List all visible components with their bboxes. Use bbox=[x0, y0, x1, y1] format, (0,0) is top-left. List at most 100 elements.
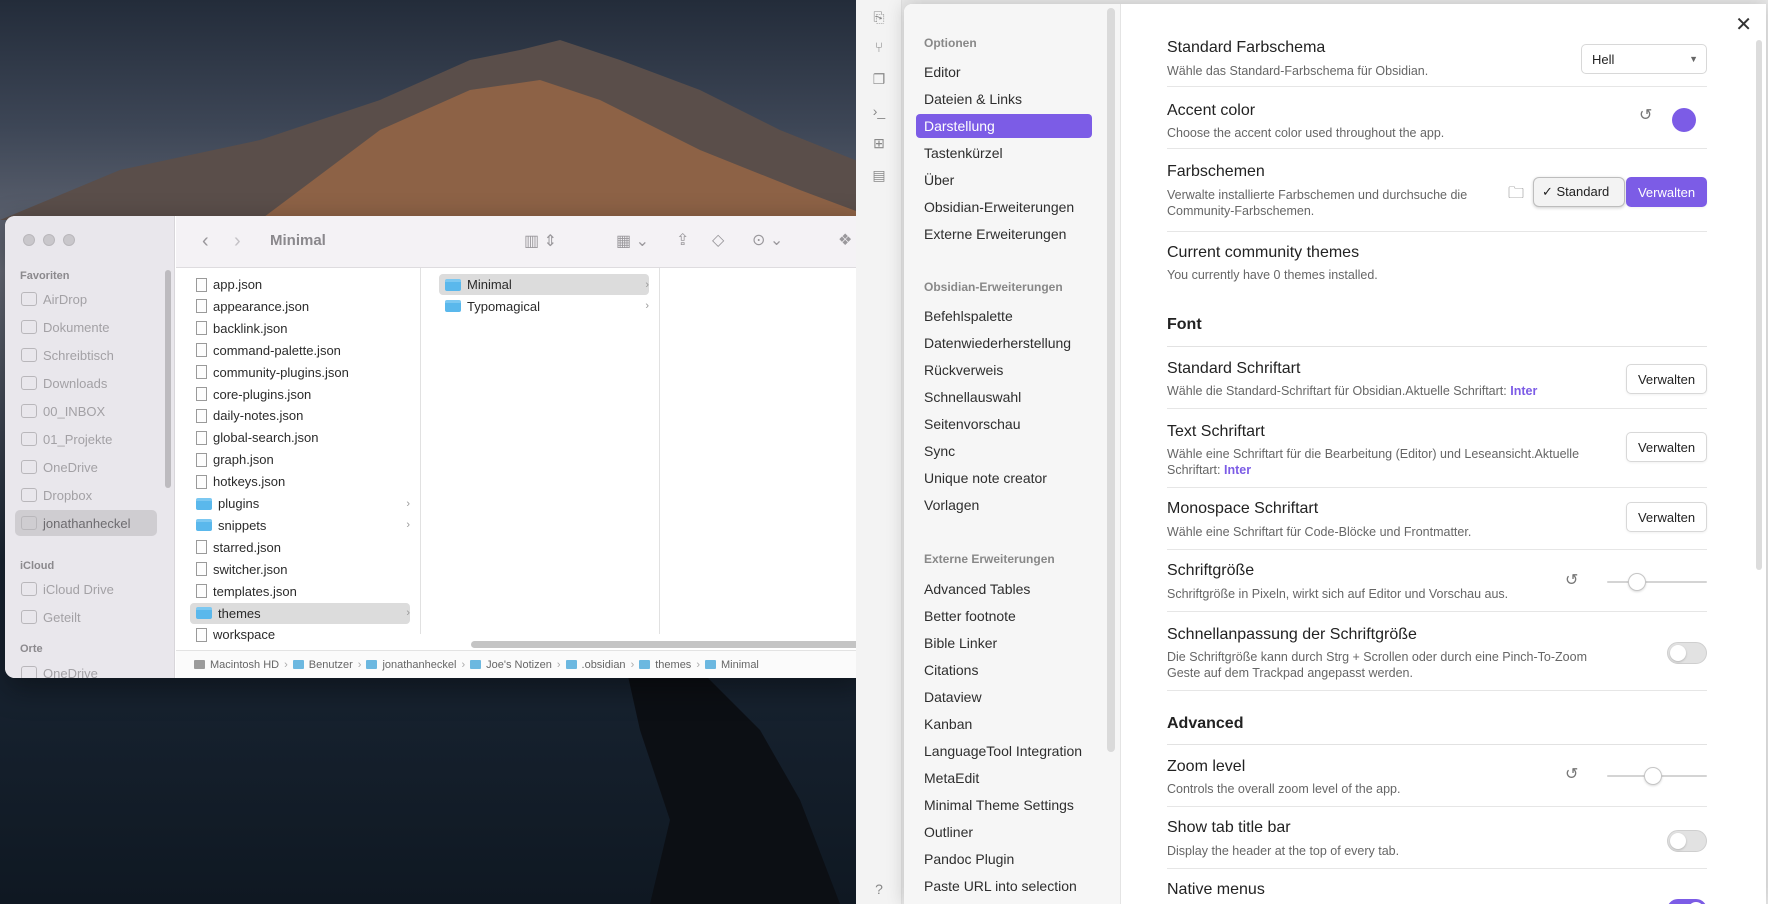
path-segment[interactable]: jonathanheckel bbox=[382, 659, 456, 671]
sidebar-item-downloads[interactable]: Downloads bbox=[15, 370, 157, 396]
nav-item-languagetool-integration[interactable]: LanguageTool Integration bbox=[916, 739, 1092, 763]
manage-standard-font-button[interactable]: Verwalten bbox=[1626, 364, 1707, 394]
nav-item-paste-url-into-selection[interactable]: Paste URL into selection bbox=[916, 874, 1092, 898]
file-row[interactable]: daily-notes.json bbox=[190, 405, 410, 426]
group-icon[interactable]: ▦ ⌄ bbox=[616, 231, 649, 251]
folder-row[interactable]: plugins › bbox=[190, 493, 410, 514]
close-icon[interactable]: ✕ bbox=[1735, 12, 1752, 37]
sidebar-item-onedrive[interactable]: OneDrive bbox=[15, 454, 157, 480]
nav-item-bible-linker[interactable]: Bible Linker bbox=[916, 631, 1092, 655]
file-row[interactable]: switcher.json bbox=[190, 559, 410, 580]
file-row[interactable]: templates.json bbox=[190, 581, 410, 602]
accent-color-swatch[interactable] bbox=[1672, 108, 1696, 132]
terminal-icon[interactable]: ›_ bbox=[870, 102, 888, 120]
nav-item-ber[interactable]: Über bbox=[916, 168, 1092, 192]
nav-item-obsidian-erweiterungen[interactable]: Obsidian-Erweiterungen bbox=[916, 195, 1092, 219]
folder-row[interactable]: Minimal › bbox=[439, 274, 649, 295]
nav-item-datenwiederherstellung[interactable]: Datenwiederherstellung bbox=[916, 331, 1092, 355]
forward-icon[interactable]: › bbox=[234, 230, 241, 253]
path-segment[interactable]: themes bbox=[655, 659, 691, 671]
content-scrollbar[interactable] bbox=[1756, 40, 1762, 570]
nav-item-befehlspalette[interactable]: Befehlspalette bbox=[916, 304, 1092, 328]
file-row[interactable]: command-palette.json bbox=[190, 340, 410, 361]
table-icon[interactable]: ▤ bbox=[870, 166, 888, 184]
manage-monospace-font-button[interactable]: Verwalten bbox=[1626, 502, 1707, 532]
back-icon[interactable]: ‹ bbox=[202, 230, 209, 253]
dropbox-icon[interactable]: ❖ bbox=[838, 230, 852, 250]
sidebar-item-00-inbox[interactable]: 00_INBOX bbox=[15, 398, 157, 424]
sidebar-item-onedrive[interactable]: OneDrive bbox=[15, 660, 157, 678]
sidebar-item-airdrop[interactable]: AirDrop bbox=[15, 286, 157, 312]
file-row[interactable]: graph.json bbox=[190, 449, 410, 470]
file-row[interactable]: core-plugins.json bbox=[190, 384, 410, 405]
slider-thumb[interactable] bbox=[1643, 767, 1662, 785]
minimize-window-button[interactable] bbox=[43, 234, 55, 246]
sidebar-item-schreibtisch[interactable]: Schreibtisch bbox=[15, 342, 157, 368]
horizontal-scrollbar[interactable] bbox=[471, 641, 865, 648]
file-row[interactable]: workspace bbox=[190, 624, 410, 645]
close-window-button[interactable] bbox=[23, 234, 35, 246]
nav-item-dataview[interactable]: Dataview bbox=[916, 685, 1092, 709]
sidebar-item-icloud-drive[interactable]: iCloud Drive bbox=[15, 576, 157, 602]
nav-item-darstellung[interactable]: Darstellung bbox=[916, 114, 1092, 138]
path-segment[interactable]: Joe's Notizen bbox=[486, 659, 552, 671]
slider-thumb[interactable] bbox=[1627, 573, 1646, 591]
file-row[interactable]: global-search.json bbox=[190, 427, 410, 448]
nav-item-sync[interactable]: Sync bbox=[916, 439, 1092, 463]
file-row[interactable]: appearance.json bbox=[190, 296, 410, 317]
manage-text-font-button[interactable]: Verwalten bbox=[1626, 432, 1707, 462]
path-segment[interactable]: .obsidian bbox=[582, 659, 626, 671]
nav-item-seitenvorschau[interactable]: Seitenvorschau bbox=[916, 412, 1092, 436]
file-row[interactable]: backlink.json bbox=[190, 318, 410, 339]
help-icon[interactable]: ? bbox=[870, 880, 888, 898]
sidebar-item-dropbox[interactable]: Dropbox bbox=[15, 482, 157, 508]
reset-icon[interactable]: ↺ bbox=[1565, 764, 1578, 784]
nav-item-minimal-theme-settings[interactable]: Minimal Theme Settings bbox=[916, 793, 1092, 817]
quick-font-size-toggle[interactable] bbox=[1667, 642, 1707, 664]
sidebar-item-jonathanheckel[interactable]: jonathanheckel bbox=[15, 510, 157, 536]
nav-item-schnellauswahl[interactable]: Schnellauswahl bbox=[916, 385, 1092, 409]
nav-item-citations[interactable]: Citations bbox=[916, 658, 1092, 682]
nav-item-tastenk-rzel[interactable]: Tastenkürzel bbox=[916, 141, 1092, 165]
font-size-slider[interactable] bbox=[1607, 572, 1707, 592]
manage-themes-button[interactable]: Verwalten bbox=[1626, 177, 1707, 207]
graph-icon[interactable]: ⑂ bbox=[870, 38, 888, 56]
reset-icon[interactable]: ↺ bbox=[1565, 570, 1578, 590]
nav-scrollbar[interactable] bbox=[1107, 8, 1115, 752]
nav-item-better-footnote[interactable]: Better footnote bbox=[916, 604, 1092, 628]
folder-icon[interactable]: 🗀 bbox=[1508, 182, 1524, 209]
tab-title-bar-toggle[interactable] bbox=[1667, 830, 1707, 852]
nav-item-unique-note-creator[interactable]: Unique note creator bbox=[916, 466, 1092, 490]
sidebar-item-geteilt[interactable]: Geteilt bbox=[15, 604, 157, 630]
file-row[interactable]: starred.json bbox=[190, 537, 410, 558]
nav-item-externe-erweiterungen[interactable]: Externe Erweiterungen bbox=[916, 222, 1092, 246]
copy-icon[interactable]: ❐ bbox=[870, 70, 888, 88]
file-row[interactable]: community-plugins.json bbox=[190, 362, 410, 383]
nav-item-editor[interactable]: Editor bbox=[916, 60, 1092, 84]
zoom-window-button[interactable] bbox=[63, 234, 75, 246]
color-scheme-select[interactable]: Hell ▼ bbox=[1581, 44, 1707, 74]
file-row[interactable]: hotkeys.json bbox=[190, 471, 410, 492]
nav-item-dateien-links[interactable]: Dateien & Links bbox=[916, 87, 1092, 111]
template-insert-icon[interactable]: ⊞ bbox=[870, 134, 888, 152]
more-icon[interactable]: ⊙ ⌄ bbox=[752, 230, 783, 250]
folder-row[interactable]: snippets › bbox=[190, 515, 410, 536]
nav-item-outliner[interactable]: Outliner bbox=[916, 820, 1092, 844]
theme-select[interactable]: ✓ Standard bbox=[1533, 177, 1625, 207]
folder-row[interactable]: Typomagical › bbox=[439, 296, 649, 317]
path-segment[interactable]: Macintosh HD bbox=[210, 659, 279, 671]
column-view-icon[interactable]: ▥ ⇕ bbox=[524, 231, 557, 251]
path-segment[interactable]: Minimal bbox=[721, 659, 759, 671]
open-note-icon[interactable]: ⎘ bbox=[870, 8, 888, 26]
file-row[interactable]: app.json bbox=[190, 274, 410, 295]
sidebar-item-01-projekte[interactable]: 01_Projekte bbox=[15, 426, 157, 452]
nav-item-r-ckverweis[interactable]: Rückverweis bbox=[916, 358, 1092, 382]
share-icon[interactable]: ⇪ bbox=[676, 230, 689, 250]
sidebar-item-dokumente[interactable]: Dokumente bbox=[15, 314, 157, 340]
nav-item-metaedit[interactable]: MetaEdit bbox=[916, 766, 1092, 790]
nav-item-advanced-tables[interactable]: Advanced Tables bbox=[916, 577, 1092, 601]
sidebar-scrollbar[interactable] bbox=[165, 270, 171, 488]
tag-icon[interactable]: ◇ bbox=[712, 230, 724, 250]
folder-row[interactable]: themes › bbox=[190, 602, 410, 624]
nav-item-kanban[interactable]: Kanban bbox=[916, 712, 1092, 736]
